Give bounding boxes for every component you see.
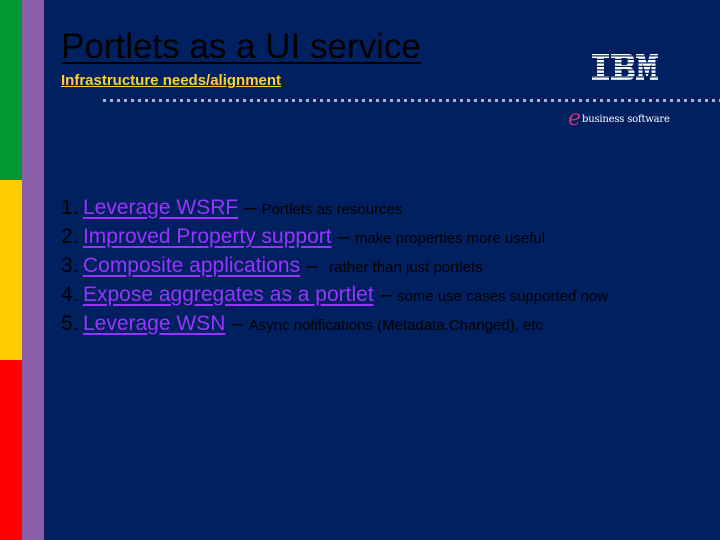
color-stripe-yellow [0, 180, 22, 360]
agenda-list: 1. Leverage WSRF – Portlets as resources… [61, 193, 608, 338]
item-description: Async notifications (Metadata.Changed), … [248, 317, 544, 334]
color-stripe-purple [22, 0, 44, 540]
item-link-expose-aggregates[interactable]: Expose aggregates as a portlet [83, 283, 374, 306]
list-item: 2. Improved Property support – make prop… [61, 222, 608, 251]
dotted-divider [103, 99, 720, 102]
item-description: some use cases supported now [397, 288, 608, 305]
color-stripe-red [0, 360, 22, 540]
list-item: 3. Composite applications – rather than … [61, 251, 608, 280]
item-link-leverage-wsrf[interactable]: Leverage WSRF [83, 196, 238, 219]
item-description: rather than just portlets [329, 259, 483, 276]
item-number: 2. [61, 225, 79, 248]
item-link-improved-property-support[interactable]: Improved Property support [83, 225, 332, 248]
list-item: 1. Leverage WSRF – Portlets as resources [61, 193, 608, 222]
color-stripe-green [0, 0, 22, 180]
item-separator: – [225, 312, 249, 335]
item-separator: – [331, 225, 355, 248]
ibm-logo-icon [592, 54, 658, 80]
e-business-software-logo: e business software [568, 108, 670, 130]
item-separator: – [373, 283, 398, 306]
item-description: make properties more useful [354, 230, 546, 247]
item-description: Portlets as resources [261, 201, 403, 218]
item-number: 1. [61, 196, 79, 219]
e-business-tagline: business software [582, 113, 670, 125]
list-item: 4. Expose aggregates as a portlet – some… [61, 280, 608, 309]
item-separator: – [300, 254, 330, 277]
item-link-leverage-wsn[interactable]: Leverage WSN [83, 312, 225, 335]
item-separator: – [238, 196, 262, 219]
slide-title: Portlets as a UI service [61, 27, 421, 66]
e-business-icon: e [568, 106, 582, 131]
item-number: 5. [61, 312, 79, 335]
slide-subtitle: Infrastructure needs/alignment [61, 72, 282, 89]
item-number: 3. [61, 254, 79, 277]
list-item: 5. Leverage WSN – Async notifications (M… [61, 309, 608, 338]
item-number: 4. [61, 283, 79, 306]
item-link-composite-applications[interactable]: Composite applications [83, 254, 300, 277]
